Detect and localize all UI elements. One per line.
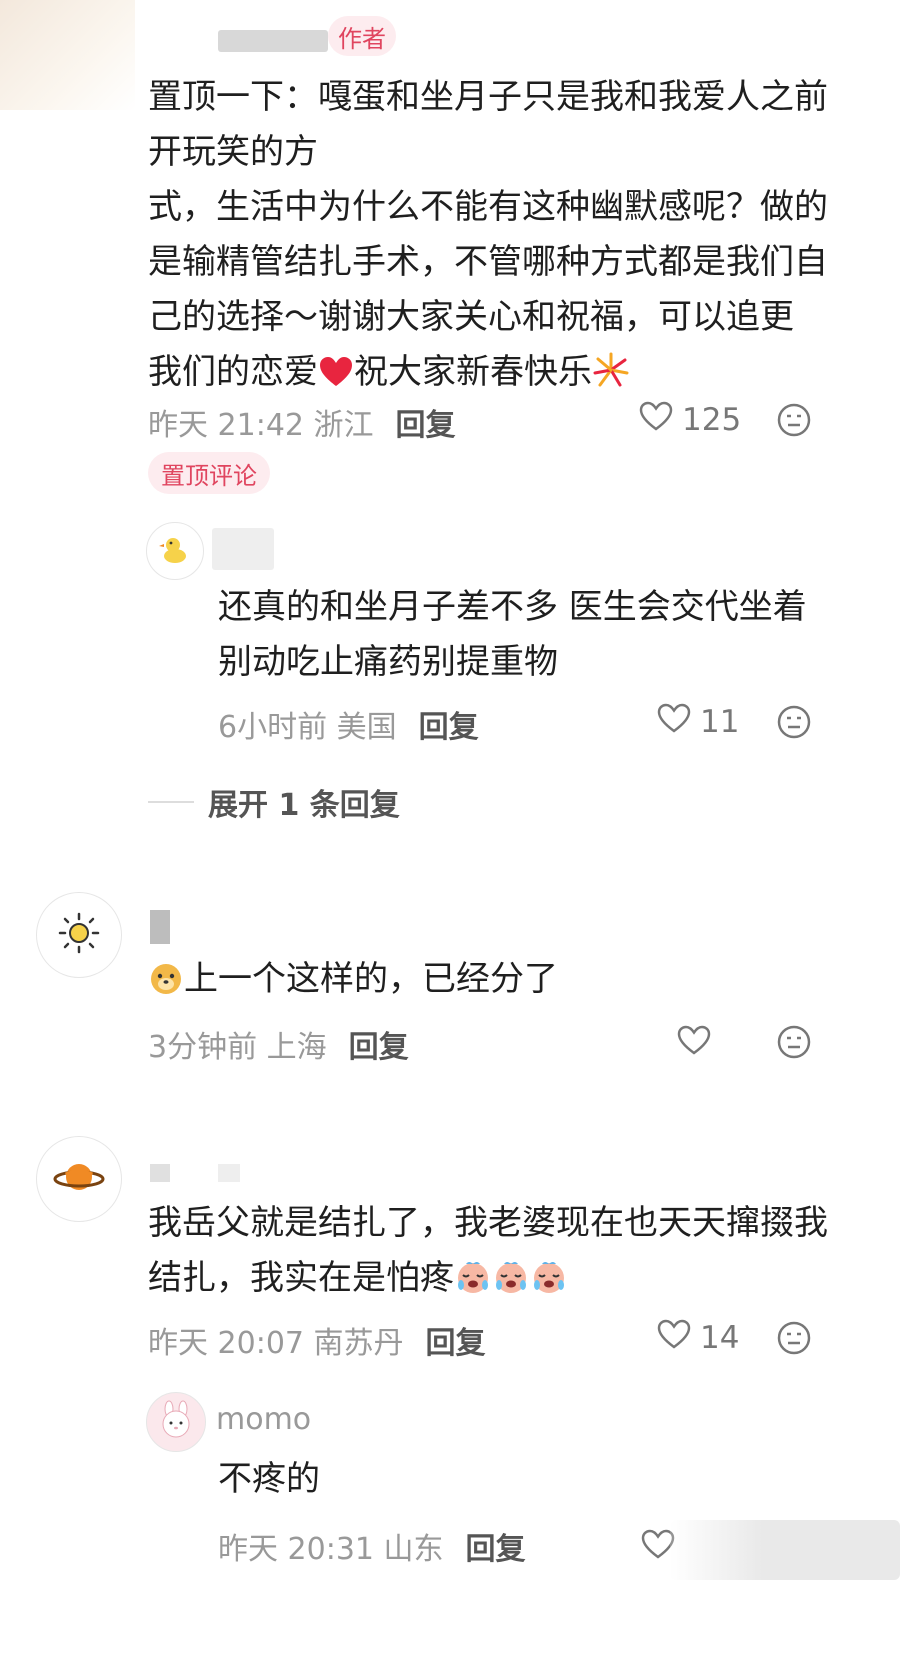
username-blurred[interactable] [150, 910, 170, 944]
text-line: 还真的和坐月子差不多 医生会交代坐着 [218, 587, 807, 627]
heart-outline-icon [676, 1025, 712, 1060]
username[interactable]: momo [216, 1402, 311, 1437]
text-fragment: 结扎，我实在是怕疼 [148, 1258, 454, 1298]
text-line: 别动吃止痛药别提重物 [218, 642, 558, 682]
planet-icon [53, 1157, 105, 1201]
comment-text: 上一个这样的，已经分了 [148, 952, 838, 1013]
like-count: 11 [700, 704, 740, 740]
text-line: 置顶一下：嘎蛋和坐月子只是我和我爱人之前 [148, 77, 828, 117]
timestamp: 6小时前 美国 [218, 710, 397, 745]
reply-button[interactable]: 回复 [396, 408, 456, 443]
blurred-region [670, 1520, 900, 1580]
like-count: 14 [700, 1320, 740, 1356]
author-badge: 作者 [328, 16, 396, 56]
text-line: 式，生活中为什么不能有这种幽默感呢？做的 [148, 187, 828, 227]
duck-icon [158, 532, 192, 570]
comment-text: 我岳父就是结扎了，我老婆现在也天天撺掇我 结扎，我实在是怕疼 [148, 1196, 848, 1312]
text-line: 开玩笑的方 [148, 132, 318, 172]
heart-outline-icon [638, 400, 674, 440]
like-count: 125 [682, 402, 742, 438]
heart-outline-icon [656, 702, 692, 742]
pinned-badge: 置顶评论 [148, 452, 270, 494]
avatar[interactable] [146, 1392, 206, 1452]
author-badge-label: 作者 [338, 24, 386, 53]
crying-face-icon [454, 1257, 492, 1312]
text-fragment: 我们的恋爱 [148, 352, 318, 392]
top-comment-meta: 昨天 21:42 浙江 回复 [148, 400, 456, 444]
emoji-face-icon[interactable] [776, 1320, 812, 1360]
reply-button[interactable]: 回复 [349, 1030, 409, 1065]
crying-face-icon [492, 1257, 530, 1312]
username-blurred[interactable] [150, 1164, 240, 1182]
timestamp: 昨天 21:42 浙江 [148, 408, 374, 443]
text-fragment: 上一个这样的，已经分了 [184, 959, 558, 999]
emoji-face-icon[interactable] [776, 402, 812, 442]
pinned-badge-label: 置顶评论 [161, 461, 257, 490]
top-comment-text: 置顶一下：嘎蛋和坐月子只是我和我爱人之前 开玩笑的方 式，生活中为什么不能有这种… [148, 70, 838, 406]
comment-meta: 昨天 20:07 南苏丹 回复 [148, 1318, 486, 1362]
avatar[interactable] [146, 522, 204, 580]
username-blurred[interactable] [212, 528, 274, 570]
expand-label: 展开 1 条回复 [208, 788, 400, 823]
timestamp: 昨天 20:07 南苏丹 [148, 1326, 404, 1361]
emoji-face-icon[interactable] [776, 1024, 812, 1064]
expand-replies-button[interactable]: 展开 1 条回复 [148, 780, 400, 824]
bunny-icon [156, 1400, 196, 1444]
timestamp: 昨天 20:31 山东 [218, 1532, 444, 1567]
reply-text: 不疼的 [218, 1459, 320, 1499]
divider-line [148, 801, 194, 803]
dog-face-icon [148, 958, 184, 1013]
sun-icon [57, 911, 101, 959]
red-heart-icon [318, 351, 354, 406]
reply-button[interactable]: 回复 [426, 1326, 486, 1361]
author-avatar[interactable] [0, 0, 135, 110]
text-line: 是输精管结扎手术，不管哪种方式都是我们自 [148, 242, 828, 282]
avatar[interactable] [36, 1136, 122, 1222]
reply-button[interactable]: 回复 [466, 1532, 526, 1567]
text-line: 我岳父就是结扎了，我老婆现在也天天撺掇我 [148, 1203, 828, 1243]
text-line: 结扎，我实在是怕疼 [148, 1251, 848, 1312]
text-fragment: 祝大家新春快乐 [354, 352, 592, 392]
like-button[interactable] [676, 1024, 712, 1060]
like-button[interactable]: 11 [656, 702, 739, 742]
comment-meta: 3分钟前 上海 回复 [148, 1022, 409, 1066]
text-line: 我们的恋爱 祝大家新春快乐 [148, 345, 838, 406]
heart-outline-icon [656, 1318, 692, 1358]
reply-button[interactable]: 回复 [419, 710, 479, 745]
reply-meta: 昨天 20:31 山东 回复 [218, 1524, 526, 1568]
emoji-face-icon[interactable] [776, 704, 812, 744]
crying-face-icon [530, 1257, 568, 1312]
reply-meta: 6小时前 美国 回复 [218, 702, 479, 746]
like-button[interactable]: 125 [638, 400, 741, 440]
avatar[interactable] [36, 892, 122, 978]
like-button[interactable]: 14 [656, 1318, 739, 1358]
text-line: 己的选择～谢谢大家关心和祝福，可以追更 [148, 297, 794, 337]
timestamp: 3分钟前 上海 [148, 1030, 327, 1065]
fireworks-icon [592, 351, 630, 406]
author-username-blurred[interactable] [218, 30, 328, 52]
reply-text: 还真的和坐月子差不多 医生会交代坐着 别动吃止痛药别提重物 [218, 580, 838, 690]
